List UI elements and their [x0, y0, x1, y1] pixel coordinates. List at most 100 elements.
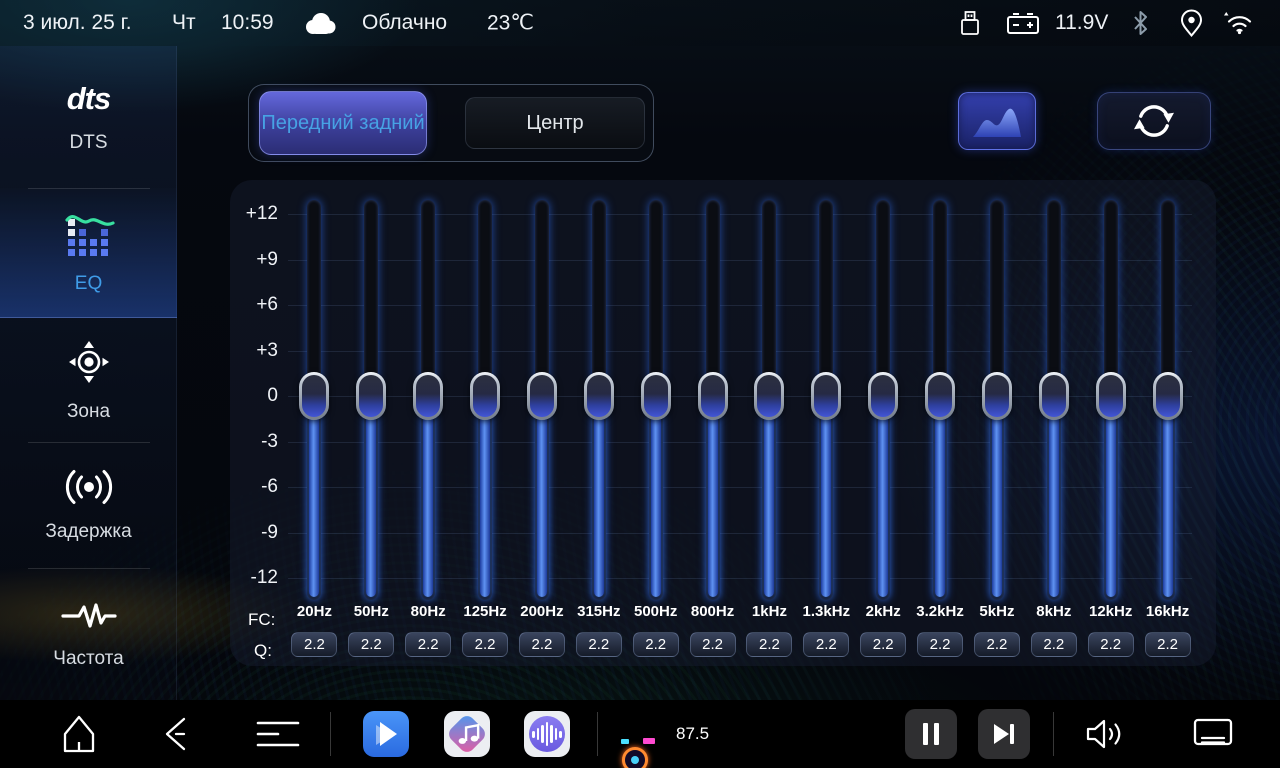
eq-band-q-button[interactable]: 2.2 [405, 632, 451, 657]
eq-band-q-button[interactable]: 2.2 [803, 632, 849, 657]
q-axis-label: Q: [254, 641, 272, 661]
reset-icon [1132, 99, 1176, 143]
eq-slider-track[interactable] [762, 200, 776, 600]
eq-slider-track[interactable] [990, 200, 1004, 600]
eq-slider-handle[interactable] [584, 372, 614, 420]
eq-slider-fill [537, 396, 547, 597]
eq-band-q-button[interactable]: 2.2 [860, 632, 906, 657]
media-player-app-icon[interactable] [363, 711, 409, 757]
eq-band-q-button[interactable]: 2.2 [291, 632, 337, 657]
eq-slider-track[interactable] [307, 200, 321, 600]
tab-center[interactable]: Центр [465, 97, 645, 149]
eq-band [798, 180, 855, 600]
eq-slider-handle[interactable] [1096, 372, 1126, 420]
eq-band-q-cell: 2.2 [1082, 630, 1139, 658]
eq-slider-handle[interactable] [698, 372, 728, 420]
eq-band-q-button[interactable]: 2.2 [690, 632, 736, 657]
eq-slider-track[interactable] [535, 200, 549, 600]
eq-slider-handle[interactable] [868, 372, 898, 420]
sidebar-item-eq[interactable]: EQ [0, 188, 177, 318]
eq-curve-button[interactable] [958, 92, 1036, 150]
eq-scale-label: -9 [230, 522, 278, 544]
eq-slider-track[interactable] [592, 200, 606, 600]
eq-band-q-cell: 2.2 [400, 630, 457, 658]
sidebar-item-zone[interactable]: Зона [0, 318, 177, 442]
pause-button[interactable] [905, 709, 957, 759]
eq-slider-track[interactable] [1047, 200, 1061, 600]
eq-scale-label: -12 [230, 567, 278, 589]
eq-band-frequency: 1.3kHz [798, 598, 855, 624]
eq-slider-handle[interactable] [299, 372, 329, 420]
eq-slider-handle[interactable] [1039, 372, 1069, 420]
tab-front-rear[interactable]: Передний задний [259, 91, 427, 155]
eq-slider-track[interactable] [421, 200, 435, 600]
wifi-icon [1222, 11, 1255, 36]
eq-slider-handle[interactable] [982, 372, 1012, 420]
eq-band-q-button[interactable]: 2.2 [1145, 632, 1191, 657]
eq-slider-handle-face [985, 375, 1009, 417]
status-voltage: 11.9V [1055, 11, 1108, 35]
eq-slider-track[interactable] [819, 200, 833, 600]
eq-band-q-button[interactable]: 2.2 [576, 632, 622, 657]
status-temperature: 23℃ [487, 11, 534, 36]
eq-band-frequency: 500Hz [627, 598, 684, 624]
eq-band-q-button[interactable]: 2.2 [633, 632, 679, 657]
location-icon [1179, 9, 1204, 38]
eq-slider-track[interactable] [364, 200, 378, 600]
eq-slider-handle[interactable] [925, 372, 955, 420]
eq-slider-handle-face [416, 375, 440, 417]
eq-band [1025, 180, 1082, 600]
voice-app-icon[interactable] [524, 711, 570, 757]
eq-slider-track[interactable] [649, 200, 663, 600]
volume-icon[interactable] [1084, 716, 1126, 752]
eq-slider-handle-face [302, 375, 326, 417]
eq-slider-track[interactable] [933, 200, 947, 600]
eq-slider-handle-face [530, 375, 554, 417]
sidebar-item-dts[interactable]: dts DTS [0, 46, 177, 188]
eq-slider-handle[interactable] [1153, 372, 1183, 420]
eq-band-frequency: 20Hz [286, 598, 343, 624]
eq-band-q-cell: 2.2 [684, 630, 741, 658]
music-app-icon[interactable] [444, 711, 490, 757]
eq-slider-handle[interactable] [527, 372, 557, 420]
display-icon[interactable] [1192, 717, 1234, 751]
eq-slider-track[interactable] [478, 200, 492, 600]
eq-band-q-button[interactable]: 2.2 [746, 632, 792, 657]
eq-slider-handle[interactable] [641, 372, 671, 420]
eq-band-q-button[interactable]: 2.2 [1088, 632, 1134, 657]
eq-slider-handle-face [871, 375, 895, 417]
status-date: 3 июл. 25 г. [23, 11, 132, 35]
eq-slider-handle[interactable] [413, 372, 443, 420]
menu-icon[interactable] [256, 719, 300, 749]
eq-band-q-button[interactable]: 2.2 [917, 632, 963, 657]
eq-slider-handle[interactable] [356, 372, 386, 420]
eq-slider-track[interactable] [1161, 200, 1175, 600]
back-icon[interactable] [160, 715, 190, 753]
eq-scale-label: -6 [230, 476, 278, 498]
bluetooth-icon [1132, 10, 1149, 37]
eq-scale-label: +12 [230, 203, 278, 225]
eq-slider-track[interactable] [706, 200, 720, 600]
sidebar-item-delay[interactable]: Задержка [0, 442, 177, 568]
eq-band-q-button[interactable]: 2.2 [974, 632, 1020, 657]
eq-band-q-button[interactable]: 2.2 [348, 632, 394, 657]
eq-band-q-button[interactable]: 2.2 [519, 632, 565, 657]
radio-frequency-readout: 87.5 [676, 724, 709, 744]
home-icon[interactable] [59, 714, 99, 754]
next-track-button[interactable] [978, 709, 1030, 759]
eq-slider-track[interactable] [1104, 200, 1118, 600]
eq-scale-label: +6 [230, 294, 278, 316]
eq-band-frequency: 125Hz [457, 598, 514, 624]
eq-band-q-button[interactable]: 2.2 [462, 632, 508, 657]
eq-slider-handle[interactable] [470, 372, 500, 420]
sidebar-item-frequency[interactable]: Частота [0, 568, 177, 700]
eq-slider-handle[interactable] [754, 372, 784, 420]
eq-band [286, 180, 343, 600]
eq-slider-track[interactable] [876, 200, 890, 600]
eq-slider-handle[interactable] [811, 372, 841, 420]
eq-band-frequency: 800Hz [684, 598, 741, 624]
eq-slider-handle-face [1156, 375, 1180, 417]
reset-button[interactable] [1097, 92, 1211, 150]
eq-band-q-button[interactable]: 2.2 [1031, 632, 1077, 657]
eq-slider-handle-face [757, 375, 781, 417]
